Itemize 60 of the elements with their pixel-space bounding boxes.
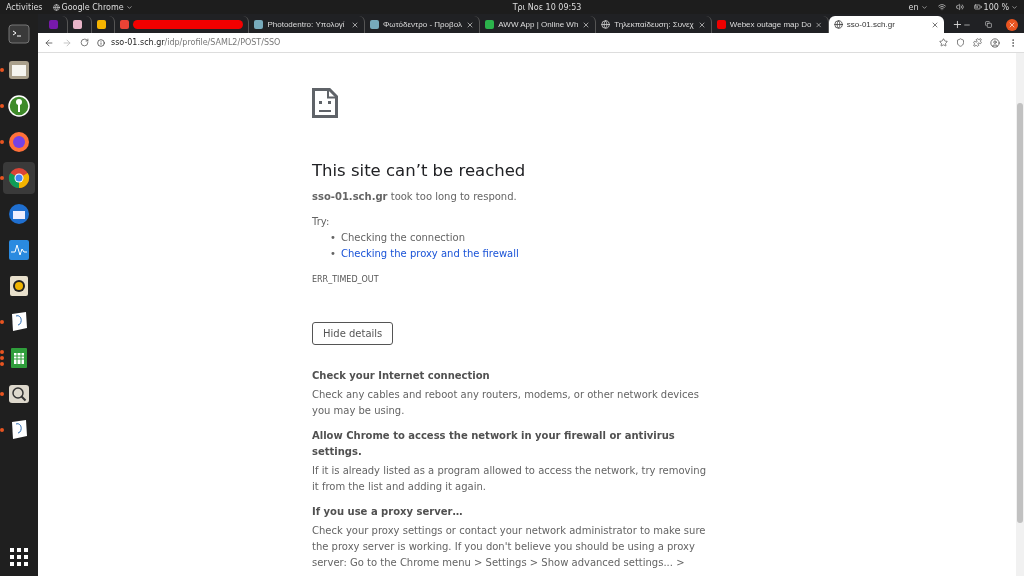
caret-icon [920,3,928,11]
globe-icon [52,3,60,11]
details-heading: If you use a proxy server… [312,505,464,519]
clock[interactable]: Τρι Νοε 10 09:53 [512,2,582,12]
sad-page-icon [312,88,338,118]
reload-icon[interactable] [80,38,89,47]
close-icon[interactable] [466,20,475,29]
info-icon[interactable] [97,38,105,47]
error-code: ERR_TIMED_OUT [312,274,380,286]
close-icon[interactable] [815,20,823,29]
globe-icon [601,20,611,29]
key-icon[interactable] [7,94,31,118]
pulse-chart-icon[interactable] [7,238,31,262]
activities-button[interactable]: Activities [6,2,43,12]
extensions-icon[interactable] [973,38,982,47]
profile-icon[interactable] [990,37,1000,48]
close-icon [1008,20,1017,29]
close-icon[interactable] [931,20,940,29]
close-window-button[interactable] [1006,18,1019,31]
app-menu[interactable]: Google Chrome [52,2,133,12]
error-summary: sso-01.sch.gr took too long to respond. [312,190,518,204]
try-label: Try: [312,215,331,229]
speaker-icon[interactable] [7,274,31,298]
volume-icon [955,3,964,11]
battery-icon [973,3,982,11]
details-heading: Check your Internet connection [312,369,491,383]
close-icon[interactable] [697,20,706,29]
shield-icon[interactable] [956,38,965,47]
back-icon[interactable] [44,37,54,48]
chrome-icon[interactable] [7,166,31,190]
browser-tab[interactable]: sso-01.sch.gr [828,16,945,33]
magnifier-icon[interactable] [7,382,31,406]
details-paragraph: Check your proxy settings or contact your network administrator to make sure the proxy server is working. If you don't believe you should be using a proxy server: Go to the Chrome menu > Settings > Show advanced settings... > [312,524,707,570]
caret-icon [1011,3,1018,11]
app-grid-icon[interactable] [10,548,28,566]
wifi-icon [937,3,946,11]
terminal-icon[interactable] [7,22,31,46]
close-icon[interactable] [582,20,591,29]
scrollbar-thumb[interactable] [1017,103,1023,523]
caret-icon [125,3,133,11]
folder-icon[interactable] [7,58,31,82]
bullet: • [330,231,336,245]
new-tab-icon[interactable] [952,19,964,30]
restore-icon[interactable] [985,21,993,28]
details-paragraph: If it is already listed as a program allowed to access the network, try removing it from the list and adding it again. [312,464,707,494]
suggestion-link[interactable]: Checking the proxy and the firewall [340,246,519,262]
address-bar-url[interactable]: sso-01.sch.gr/idp/profile/SAML2/POST/SSO [111,38,281,47]
language-menu[interactable]: en [908,2,928,12]
globe-icon [833,20,843,29]
envelope-icon[interactable] [7,202,31,226]
bullet: • [330,247,336,261]
error-title: This site can’t be reached [312,161,527,181]
fox-icon[interactable] [7,130,31,154]
battery-status[interactable]: 100 % [973,2,1018,12]
suggestion-item: Checking the connection [340,231,465,245]
bookmark-star-icon[interactable] [939,38,948,47]
details-heading: Allow Chrome to access the network in your firewall or antivirus settings. [312,429,676,459]
hide-details-button[interactable]: Hide details [312,322,394,345]
close-icon[interactable] [350,20,359,29]
details-paragraph: Check any cables and reboot any routers, modems, or other network devices you may be using. [312,388,700,418]
